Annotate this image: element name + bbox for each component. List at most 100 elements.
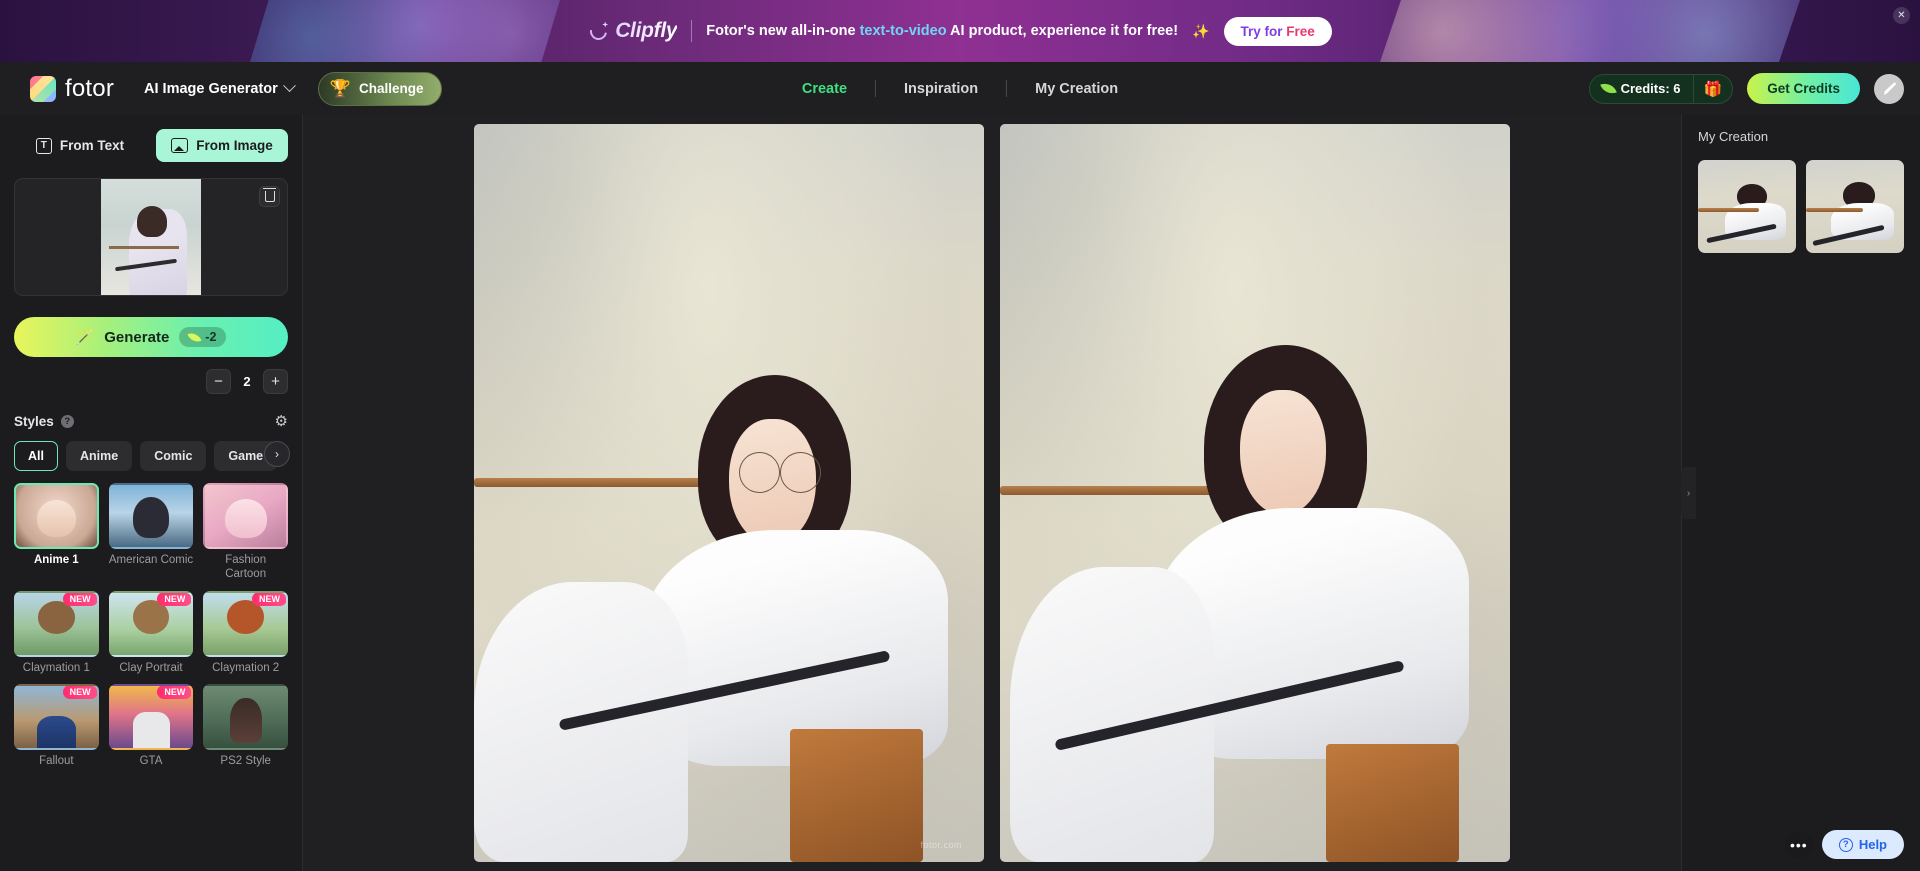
mode-tabs: T From Text From Image (0, 115, 302, 162)
promo-text-after: AI product, experience it for free! (946, 23, 1179, 39)
tab-from-text[interactable]: T From Text (14, 129, 146, 162)
chair-wood-shape (790, 729, 923, 862)
style-label: Fashion Cartoon (225, 554, 267, 580)
avatar[interactable] (1874, 73, 1904, 104)
tab-from-image[interactable]: From Image (156, 129, 288, 162)
face-shape (1239, 389, 1327, 516)
style-item-claymation-2[interactable]: NEW Claymation 2 (203, 590, 288, 676)
source-image-box[interactable] (14, 178, 288, 296)
stepper-decrease-button[interactable]: − (206, 369, 231, 394)
floating-toolbar: ••• ? Help (1784, 830, 1904, 859)
quantity-stepper: − 2 + (14, 369, 288, 394)
chevron-down-icon (282, 79, 296, 93)
image-icon (171, 138, 189, 153)
nav-item-inspiration[interactable]: Inspiration (876, 81, 1006, 97)
style-label: PS2 Style (220, 755, 271, 768)
stepper-increase-button[interactable]: + (263, 369, 288, 394)
header-actions: Credits: 6 🎁 Get Credits (1588, 73, 1904, 104)
app-header: fotor AI Image Generator 🏆 Challenge Cre… (0, 62, 1920, 115)
style-thumbnail: NEW (14, 684, 99, 751)
style-item-american-comic[interactable]: American Comic (108, 483, 194, 582)
style-grid: Anime 1 American Comic Fashion Cartoon N… (0, 471, 302, 769)
style-thumbnail: NEW (14, 590, 99, 657)
trophy-icon: 🏆 (329, 78, 351, 98)
style-label: Claymation 1 (22, 661, 90, 674)
style-thumbnail (203, 483, 288, 549)
promo-banner: Clipfly Fotor's new all-in-one text-to-v… (0, 0, 1920, 62)
style-item-anime-1[interactable]: Anime 1 (14, 483, 99, 582)
results-canvas: fotor.com (303, 115, 1681, 871)
try-for-free-button[interactable]: Try for Free (1223, 16, 1332, 46)
trash-icon (263, 187, 277, 202)
workspace: T From Text From Image 🪄 Generate -2 − 2… (0, 115, 1920, 871)
try-free-label-part1: Try for (1240, 23, 1287, 39)
clipfly-logo: Clipfly (588, 19, 677, 43)
my-creation-panel: › My Creation (1681, 115, 1920, 871)
generated-image-2[interactable] (1000, 124, 1510, 862)
chevron-right-icon[interactable]: › (264, 441, 290, 467)
credits-pill[interactable]: Credits: 6 🎁 (1588, 73, 1734, 104)
clipfly-wordmark: Clipfly (615, 19, 678, 42)
help-circle-icon[interactable]: ? (60, 414, 74, 428)
chip-all[interactable]: All (14, 441, 58, 471)
chip-comic[interactable]: Comic (140, 441, 207, 471)
delete-image-button[interactable] (259, 186, 280, 207)
credits-label: Credits: 6 (1620, 81, 1681, 96)
new-badge: NEW (157, 686, 192, 700)
style-item-fallout[interactable]: NEW Fallout (14, 684, 99, 769)
promo-message: Fotor's new all-in-one text-to-video AI … (706, 23, 1178, 39)
help-circle-icon: ? (1838, 837, 1853, 852)
get-credits-button[interactable]: Get Credits (1747, 73, 1860, 104)
app-selector-dropdown[interactable]: AI Image Generator (144, 79, 296, 97)
close-icon[interactable]: ✕ (1893, 7, 1910, 24)
style-label: Fallout (39, 755, 74, 768)
help-label: Help (1858, 837, 1887, 852)
more-options-button[interactable]: ••• (1784, 830, 1813, 859)
sparkle-icon: ✨ (1192, 22, 1210, 39)
generate-button[interactable]: 🪄 Generate -2 (14, 317, 288, 357)
app-selector-label: AI Image Generator (144, 80, 278, 97)
challenge-button[interactable]: 🏆 Challenge (317, 71, 443, 106)
style-thumbnail: NEW (203, 590, 288, 657)
challenge-label: Challenge (358, 81, 424, 96)
gift-icon[interactable]: 🎁 (1694, 80, 1733, 98)
creation-thumbnail-2[interactable] (1806, 160, 1904, 253)
thumb-hair-shape (137, 206, 167, 237)
promo-text-before: Fotor's new all-in-one (706, 23, 860, 39)
creation-thumbnail-1[interactable] (1698, 160, 1796, 253)
source-image-thumbnail (101, 179, 201, 295)
style-thumbnail (203, 684, 288, 751)
chip-anime[interactable]: Anime (65, 441, 133, 471)
style-item-claymation-1[interactable]: NEW Claymation 1 (14, 590, 99, 676)
style-label: American Comic (108, 554, 194, 566)
style-thumbnail (108, 483, 194, 549)
style-item-gta[interactable]: NEW GTA (108, 684, 194, 769)
glasses-right-icon (780, 452, 821, 493)
panel-title: My Creation (1698, 129, 1769, 144)
stepper-value: 2 (243, 374, 251, 389)
style-thumbnail: NEW (108, 684, 194, 751)
style-thumbnail: NEW (108, 590, 194, 657)
style-label: Clay Portrait (119, 661, 183, 674)
gear-icon[interactable]: ⚙ (275, 412, 288, 430)
style-item-clay-portrait[interactable]: NEW Clay Portrait (108, 590, 194, 676)
styles-header: Styles ? ⚙ (0, 394, 302, 430)
thumb-rail-shape (109, 246, 179, 250)
help-button[interactable]: ? Help (1821, 830, 1904, 859)
fotor-brand[interactable]: fotor (30, 75, 114, 103)
style-category-chips: All Anime Comic Game › (0, 430, 302, 471)
style-item-ps2-style[interactable]: PS2 Style (203, 684, 288, 769)
generate-cost-value: -2 (205, 330, 217, 344)
nav-item-create[interactable]: Create (774, 81, 875, 97)
nav-item-my-creation[interactable]: My Creation (1007, 81, 1146, 97)
new-badge: NEW (157, 592, 192, 606)
promo-divider (691, 20, 693, 42)
credits-amount[interactable]: Credits: 6 (1590, 80, 1693, 97)
collapse-panel-button[interactable]: › (1681, 467, 1696, 519)
text-icon: T (35, 137, 52, 154)
style-label: GTA (139, 755, 163, 768)
generated-image-1[interactable]: fotor.com (474, 124, 984, 862)
style-thumbnail (14, 483, 99, 549)
magic-wand-icon: 🪄 (75, 329, 95, 346)
style-item-fashion-cartoon[interactable]: Fashion Cartoon (203, 483, 288, 582)
